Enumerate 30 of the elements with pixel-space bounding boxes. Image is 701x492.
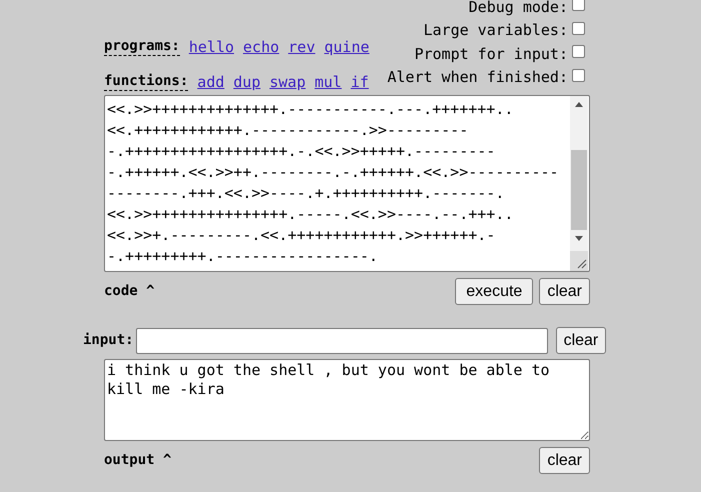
output-field[interactable]: i think u got the shell , but you wont be able to kill me -kira: [104, 359, 590, 441]
link[interactable]: dup: [233, 70, 260, 93]
option-label: Large variables:: [424, 20, 568, 41]
section-label: functions:: [104, 72, 188, 91]
option-label: Alert when finished:: [387, 67, 568, 88]
section-label: programs:: [104, 38, 180, 56]
clear-button[interactable]: clear: [539, 447, 590, 474]
option-label: Debug mode:: [468, 0, 568, 18]
input-field[interactable]: [136, 328, 548, 354]
link[interactable]: mul: [314, 70, 342, 93]
output-label: output ^: [104, 451, 172, 470]
clear-button[interactable]: clear: [556, 327, 606, 354]
execute-button[interactable]: execute: [455, 278, 534, 305]
checkbox[interactable]: [572, 22, 585, 35]
checkbox[interactable]: [572, 0, 585, 12]
scrollbar[interactable]: [570, 96, 588, 271]
link[interactable]: echo: [243, 36, 280, 58]
link[interactable]: rev: [288, 36, 316, 58]
code-label: code ^: [104, 282, 155, 301]
link[interactable]: hello: [188, 36, 234, 58]
link[interactable]: quine: [324, 36, 370, 58]
checkbox[interactable]: [572, 68, 585, 82]
link[interactable]: swap: [269, 70, 306, 93]
link[interactable]: add: [197, 70, 224, 93]
input-label: input:: [83, 331, 134, 350]
link[interactable]: if: [350, 70, 369, 93]
option-label: Prompt for input:: [414, 44, 568, 64]
code-editor[interactable]: <<.>>++++++++++++++.-----------.---.+++++++.. <<.++++++++++++.------------.>>--------- -.++++++++++++++++++.-.<<.>>+++++.--------- -.++++++.<<.>>++.--------.-.++++++.<<.>>---------- --------.+++.<<.>>----.+.++++++++++.-------. <<.>>+++++++++++++++.-----.<<.>>----.--.+++.. <<.>>+.---------.<<.++++++++++++.>>++++++.- -.+++++++++.-----------------.: [104, 95, 590, 272]
clear-button[interactable]: clear: [539, 278, 590, 305]
checkbox[interactable]: [572, 45, 585, 58]
